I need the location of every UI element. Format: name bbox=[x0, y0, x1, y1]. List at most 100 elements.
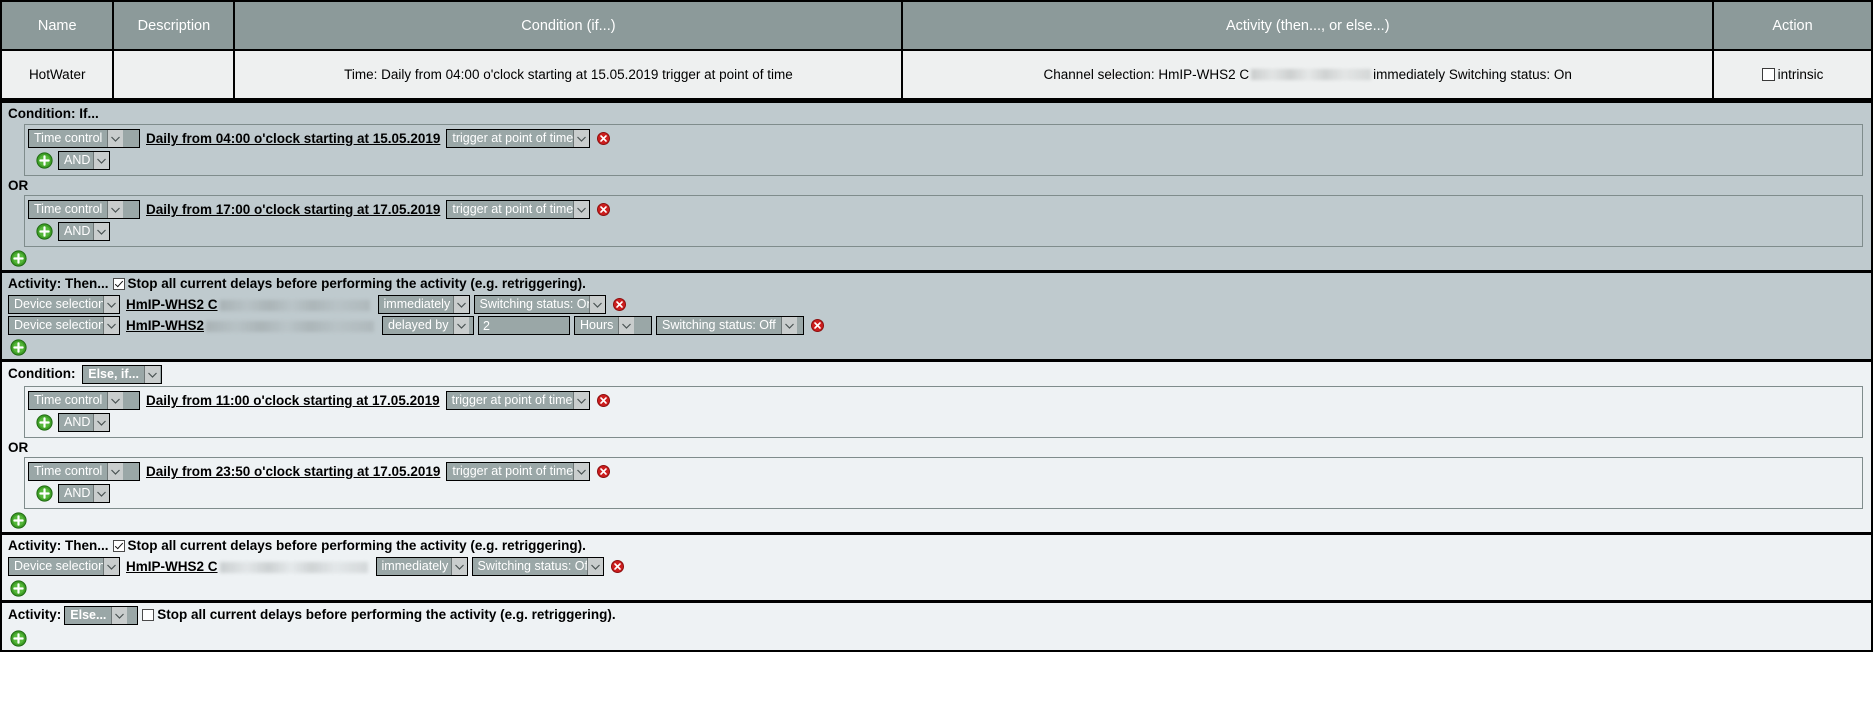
delete-icon[interactable] bbox=[596, 394, 610, 407]
column-header-description: Description bbox=[112, 0, 236, 51]
trigger-mode-select[interactable]: trigger at point of time bbox=[446, 200, 591, 219]
add-icon[interactable] bbox=[10, 250, 27, 267]
device-channel-name: HmIP-WHS2 C bbox=[126, 559, 218, 574]
device-channel-link[interactable]: HmIP-WHS2 C bbox=[124, 297, 374, 312]
stop-delays-checkbox[interactable] bbox=[112, 278, 125, 290]
table-header-row: Name Description Condition (if...) Activ… bbox=[0, 0, 1873, 51]
activity-mode-select[interactable]: Else... bbox=[64, 606, 139, 625]
chevron-down-icon bbox=[103, 558, 119, 575]
add-icon[interactable] bbox=[10, 339, 27, 356]
chevron-down-icon bbox=[107, 130, 124, 147]
delay-unit-select[interactable]: Hours bbox=[574, 316, 653, 335]
delete-icon[interactable] bbox=[811, 319, 825, 332]
chevron-down-icon bbox=[588, 296, 605, 313]
cell-action: intrinsic bbox=[1712, 50, 1873, 100]
add-icon[interactable] bbox=[36, 152, 53, 169]
block-activity-then-1: Activity: Then... Stop all current delays… bbox=[2, 270, 1871, 359]
timing-select[interactable]: immediately bbox=[375, 557, 468, 576]
delete-icon[interactable] bbox=[610, 560, 624, 573]
condition-row: Time control Daily from 11:00 o'clock st… bbox=[28, 390, 1858, 411]
column-header-name: Name bbox=[0, 0, 115, 51]
chevron-down-icon bbox=[450, 558, 467, 575]
device-channel-name: HmIP-WHS2 bbox=[126, 318, 205, 333]
chevron-down-icon bbox=[107, 463, 124, 480]
condition-row: Time control Daily from 23:50 o'clock st… bbox=[28, 461, 1858, 482]
condition-label: Condition: bbox=[8, 366, 76, 381]
activity-then-label: Activity: Then... bbox=[8, 538, 109, 553]
device-selection-select[interactable]: Device selection bbox=[8, 316, 120, 335]
time-rule-link[interactable]: Daily from 23:50 o'clock starting at 17.… bbox=[144, 464, 442, 479]
trigger-mode-select[interactable]: trigger at point of time bbox=[446, 129, 591, 148]
source-type-select[interactable]: Time control bbox=[28, 462, 140, 481]
delete-icon[interactable] bbox=[597, 132, 611, 145]
activity-add-row-2 bbox=[2, 577, 1871, 600]
timing-select[interactable]: immediately bbox=[377, 295, 470, 314]
column-header-action: Action bbox=[1712, 0, 1873, 51]
device-channel-link[interactable]: HmIP-WHS2 C bbox=[124, 559, 372, 574]
delay-value-input[interactable] bbox=[478, 316, 571, 335]
redacted-serial bbox=[1251, 69, 1372, 80]
logic-separator-or: OR bbox=[8, 178, 29, 193]
condition-group-4: Time control Daily from 23:50 o'clock st… bbox=[24, 457, 1863, 509]
add-icon[interactable] bbox=[10, 580, 27, 597]
timing-select[interactable]: delayed by bbox=[382, 316, 475, 335]
logic-operator-select[interactable]: AND bbox=[58, 484, 110, 503]
device-selection-select[interactable]: Device selection bbox=[8, 295, 120, 314]
delete-icon[interactable] bbox=[612, 298, 626, 311]
source-type-select[interactable]: Time control bbox=[28, 200, 140, 219]
condition-mode-select[interactable]: Else, if... bbox=[82, 365, 163, 384]
logic-operator-select[interactable]: AND bbox=[58, 151, 110, 170]
redacted-serial bbox=[219, 299, 370, 311]
trigger-mode-select[interactable]: trigger at point of time bbox=[445, 391, 590, 410]
time-rule-link[interactable]: Daily from 17:00 o'clock starting at 17.… bbox=[144, 202, 442, 217]
activity-row: Device selection HmIP-WHS2 C immediately… bbox=[2, 556, 1871, 577]
condition-add-group bbox=[2, 247, 1871, 270]
switching-status-select[interactable]: Switching status: On bbox=[473, 295, 606, 314]
activity-add-row-3 bbox=[2, 627, 1871, 650]
stop-delays-label: Stop all current delays before performin… bbox=[127, 276, 586, 291]
chevron-down-icon bbox=[93, 152, 109, 169]
condition-group-2: Time control Daily from 17:00 o'clock st… bbox=[24, 195, 1863, 247]
activity-text-prefix: Channel selection: HmIP-WHS2 C bbox=[1043, 67, 1250, 82]
logic-operator-select[interactable]: AND bbox=[58, 222, 110, 241]
add-icon[interactable] bbox=[10, 512, 27, 529]
chevron-down-icon bbox=[107, 201, 124, 218]
logic-separator-or: OR bbox=[8, 440, 29, 455]
device-channel-name: HmIP-WHS2 C bbox=[126, 297, 218, 312]
add-icon[interactable] bbox=[36, 223, 53, 240]
stop-delays-checkbox[interactable] bbox=[112, 540, 125, 552]
delete-icon[interactable] bbox=[597, 465, 611, 478]
logic-operator-select[interactable]: AND bbox=[58, 413, 110, 432]
intrinsic-checkbox[interactable] bbox=[1761, 68, 1775, 81]
stop-delays-checkbox[interactable] bbox=[142, 609, 155, 621]
chevron-down-icon bbox=[780, 317, 797, 334]
block-label-condition-if: Condition: If... bbox=[8, 106, 99, 121]
source-type-select[interactable]: Time control bbox=[28, 129, 140, 148]
chevron-down-icon bbox=[103, 296, 119, 313]
time-rule-link[interactable]: Daily from 11:00 o'clock starting at 17.… bbox=[144, 393, 442, 408]
add-icon[interactable] bbox=[10, 630, 27, 647]
chevron-down-icon bbox=[103, 317, 119, 334]
condition-add-row-3: AND bbox=[28, 411, 1858, 434]
block-condition-if: Condition: If... Time control Daily from… bbox=[2, 100, 1871, 270]
cell-program-activity: Channel selection: HmIP-WHS2 C immediatel… bbox=[901, 50, 1715, 100]
condition-add-group-2 bbox=[2, 509, 1871, 532]
delete-icon[interactable] bbox=[597, 203, 611, 216]
column-header-activity: Activity (then..., or else...) bbox=[901, 0, 1715, 51]
intrinsic-label: intrinsic bbox=[1777, 67, 1824, 82]
block-condition-else-if: Condition: Else, if... Time control Dail… bbox=[2, 359, 1871, 532]
cell-program-description bbox=[112, 50, 236, 100]
add-icon[interactable] bbox=[36, 485, 53, 502]
add-icon[interactable] bbox=[36, 414, 53, 431]
device-channel-link[interactable]: HmIP-WHS2 bbox=[124, 318, 378, 333]
chevron-down-icon bbox=[93, 414, 109, 431]
switching-status-select[interactable]: Switching status: Off bbox=[656, 316, 805, 335]
device-selection-select[interactable]: Device selection bbox=[8, 557, 120, 576]
source-type-select[interactable]: Time control bbox=[28, 391, 140, 410]
chevron-down-icon bbox=[111, 607, 128, 624]
switching-status-select[interactable]: Switching status: Off bbox=[471, 557, 604, 576]
trigger-mode-select[interactable]: trigger at point of time bbox=[446, 462, 591, 481]
table-row: HotWater Time: Daily from 04:00 o'clock … bbox=[0, 50, 1873, 100]
time-rule-link[interactable]: Daily from 04:00 o'clock starting at 15.… bbox=[144, 131, 442, 146]
activity-row: Device selection HmIP-WHS2 delayed by 2 … bbox=[2, 315, 1871, 336]
